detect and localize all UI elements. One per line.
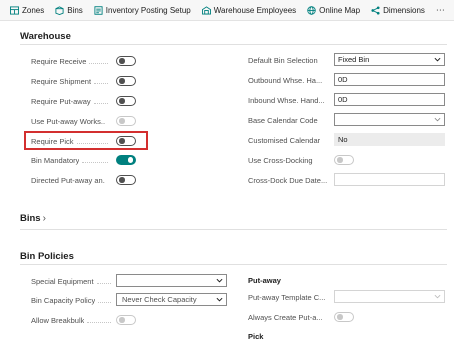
- use-cross-docking-toggle[interactable]: [334, 155, 354, 165]
- bin-mandatory-label: Bin Mandatory: [31, 155, 80, 165]
- inventory-posting-setup-icon: [94, 5, 103, 15]
- base-calendar-label: Base Calendar Code: [248, 115, 318, 125]
- pick-heading: Pick: [248, 332, 264, 341]
- always-create-putaway-label: Always Create Put-a...: [248, 312, 323, 322]
- bins-action[interactable]: Bins: [55, 6, 83, 15]
- use-cross-docking-label: Use Cross-Docking: [248, 155, 313, 165]
- allow-breakbulk-label-row: Allow Breakbulk: [31, 313, 114, 327]
- require-pick-highlight: [24, 131, 148, 150]
- bin-capacity-policy-select[interactable]: Never Check Capacity: [116, 293, 227, 306]
- warehouse-employees-icon: [201, 5, 211, 15]
- inbound-whse-input[interactable]: 0D: [334, 93, 445, 106]
- warehouse-divider: [20, 44, 447, 45]
- require-putaway-label-row: Require Put-away: [31, 94, 111, 108]
- default-bin-selection-label: Default Bin Selection: [248, 55, 318, 65]
- require-receive-toggle[interactable]: [116, 56, 136, 66]
- zones-action[interactable]: Zones: [10, 6, 44, 15]
- inbound-whse-label-row: Inbound Whse. Hand...: [248, 93, 332, 107]
- require-shipment-toggle[interactable]: [116, 76, 136, 86]
- require-receive-label: Require Receive: [31, 56, 87, 66]
- putaway-template-select[interactable]: [334, 290, 445, 303]
- dimensions-label: Dimensions: [383, 5, 425, 15]
- inventory-posting-setup-action[interactable]: Inventory Posting Setup: [94, 6, 191, 15]
- allow-breakbulk-toggle[interactable]: [116, 315, 136, 325]
- inbound-whse-value: 0D: [338, 95, 348, 104]
- require-putaway-toggle[interactable]: [116, 96, 136, 106]
- special-equipment-label-row: Special Equipment: [31, 274, 114, 288]
- online-map-icon: [307, 5, 316, 15]
- bins-label: Bins: [67, 5, 83, 15]
- putaway-template-label-row: Put-away Template C...: [248, 290, 332, 304]
- customised-calendar-label-row: Customised Calendar: [248, 133, 332, 147]
- default-bin-selection-select[interactable]: Fixed Bin: [334, 53, 445, 66]
- always-create-putaway-toggle[interactable]: [334, 312, 354, 322]
- bin-capacity-policy-label: Bin Capacity Policy: [31, 295, 96, 305]
- bin-mandatory-toggle[interactable]: [116, 155, 136, 165]
- customised-calendar-value-box: No: [334, 133, 445, 146]
- base-calendar-label-row: Base Calendar Code: [248, 113, 332, 127]
- chevron-down-icon: [434, 117, 441, 122]
- action-bar: Zones Bins Inventory Posting Setup Wareh…: [0, 0, 454, 21]
- inbound-whse-label: Inbound Whse. Hand...: [248, 95, 325, 105]
- chevron-down-icon: [216, 297, 223, 302]
- outbound-whse-input[interactable]: 0D: [334, 73, 445, 86]
- zones-icon: [10, 5, 19, 15]
- directed-putaway-toggle[interactable]: [116, 175, 136, 185]
- dimensions-icon: [371, 5, 380, 15]
- more-actions-icon[interactable]: ⋯: [436, 5, 446, 16]
- bin-capacity-policy-value: Never Check Capacity: [122, 295, 197, 304]
- warehouse-employees-action[interactable]: Warehouse Employees: [201, 5, 297, 15]
- bins-icon: [55, 5, 64, 15]
- chevron-right-icon: ›: [42, 213, 46, 224]
- customised-calendar-value: No: [338, 135, 348, 144]
- warehouse-employees-label: Warehouse Employees: [213, 5, 297, 15]
- directed-putaway-label: Directed Put-away an...: [31, 175, 105, 185]
- special-equipment-label: Special Equipment: [31, 276, 94, 286]
- cross-dock-due-date-label-row: Cross-Dock Due Date...: [248, 173, 332, 187]
- inventory-posting-setup-label: Inventory Posting Setup: [105, 5, 191, 15]
- special-equipment-select[interactable]: [116, 274, 227, 287]
- outbound-whse-label: Outbound Whse. Ha...: [248, 75, 323, 85]
- require-receive-label-row: Require Receive: [31, 54, 111, 68]
- require-shipment-label-row: Require Shipment: [31, 74, 111, 88]
- always-create-putaway-label-row: Always Create Put-a...: [248, 310, 332, 324]
- chevron-down-icon: [434, 294, 441, 299]
- warehouse-title: Warehouse: [20, 31, 71, 42]
- default-bin-selection-label-row: Default Bin Selection: [248, 53, 332, 67]
- online-map-action[interactable]: Online Map: [307, 6, 360, 15]
- online-map-label: Online Map: [319, 5, 361, 15]
- customised-calendar-label: Customised Calendar: [248, 135, 321, 145]
- default-bin-selection-value: Fixed Bin: [338, 55, 370, 64]
- bins-section-header[interactable]: Bins ›: [20, 213, 46, 224]
- bin-policies-divider: [20, 264, 447, 265]
- base-calendar-select[interactable]: [334, 113, 445, 126]
- bin-policies-title: Bin Policies: [20, 251, 74, 262]
- use-putaway-worksheet-label-row: Use Put-away Works...: [31, 114, 111, 128]
- outbound-whse-label-row: Outbound Whse. Ha...: [248, 73, 332, 87]
- use-cross-docking-label-row: Use Cross-Docking: [248, 153, 332, 167]
- cross-dock-due-date-input[interactable]: [334, 173, 445, 186]
- bins-divider: [20, 229, 447, 230]
- chevron-down-icon: [434, 57, 441, 62]
- use-putaway-worksheet-toggle[interactable]: [116, 116, 136, 126]
- outbound-whse-value: 0D: [338, 75, 348, 84]
- directed-putaway-label-row: Directed Put-away an...: [31, 173, 111, 187]
- bin-capacity-policy-label-row: Bin Capacity Policy: [31, 293, 114, 307]
- use-putaway-worksheet-label: Use Put-away Works...: [31, 116, 105, 126]
- zones-label: Zones: [22, 5, 45, 15]
- cross-dock-due-date-label: Cross-Dock Due Date...: [248, 175, 328, 185]
- require-shipment-label: Require Shipment: [31, 76, 92, 86]
- require-putaway-label: Require Put-away: [31, 96, 91, 106]
- chevron-down-icon: [216, 278, 223, 283]
- bins-title: Bins: [20, 213, 41, 224]
- allow-breakbulk-label: Allow Breakbulk: [31, 315, 85, 325]
- putaway-heading: Put-away: [248, 276, 281, 285]
- dimensions-action[interactable]: Dimensions: [371, 6, 425, 15]
- bin-mandatory-label-row: Bin Mandatory: [31, 153, 111, 167]
- putaway-template-label: Put-away Template C...: [248, 292, 326, 302]
